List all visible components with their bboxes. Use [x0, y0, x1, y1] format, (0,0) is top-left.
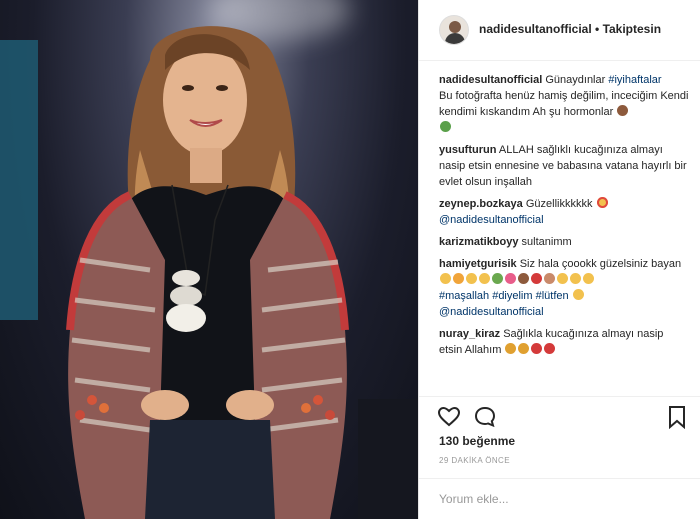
money-face-emoji-icon [440, 121, 451, 132]
comment-username[interactable]: nuray_kiraz [439, 328, 500, 340]
comment-username[interactable]: nadidesultanofficial [439, 74, 542, 86]
monkey-emoji-icon [518, 273, 529, 284]
mention-link[interactable]: @nadidesultanofficial [439, 214, 544, 226]
add-comment-bar: Yorum ekle... [419, 478, 700, 520]
hashtag-link[interactable]: #iyihaftalar [608, 74, 661, 86]
smiley-emoji-icon [583, 273, 594, 284]
plant-emoji-icon [492, 273, 503, 284]
likes-count[interactable]: 130 beğenme [439, 434, 515, 448]
smiley-emoji-icon [440, 273, 451, 284]
comment-username[interactable]: karizmatikboyy [439, 236, 518, 248]
comment-text: Güzellikkkkkk [525, 198, 593, 210]
comment-item: hamiyetgurisik Siz hala çoookk güzelsini… [439, 256, 689, 320]
follow-status[interactable]: Takiptesin [603, 22, 661, 36]
comment-text: Günaydınlar [545, 74, 606, 86]
speech-bubble-icon[interactable] [473, 405, 497, 429]
separator-dot: • [591, 22, 603, 36]
post-timestamp: 29 DAKİKA ÖNCE [439, 456, 510, 465]
rose-emoji-icon [531, 343, 543, 354]
post-photo[interactable] [0, 0, 418, 519]
monkey-emoji-icon [617, 105, 629, 116]
person-emoji-icon [544, 273, 555, 284]
comment-item: zeynep.bozkaya Güzellikkkkkk @nadidesult… [439, 196, 689, 228]
smiley-emoji-icon [557, 273, 568, 284]
bookmark-icon[interactable] [667, 405, 687, 429]
author-username[interactable]: nadidesultanofficial [479, 22, 592, 36]
comment-item: nuray_kiraz Sağlıkla kucağınıza almayı n… [439, 326, 689, 358]
comment-username[interactable]: zeynep.bozkaya [439, 198, 523, 210]
comment-text: Bu fotoğrafta henüz hamiş değilim, incec… [439, 90, 689, 118]
comment-username[interactable]: yusufturun [439, 144, 496, 156]
comment-list: nadidesultanofficial Günaydınlar #iyihaf… [439, 72, 689, 364]
comment-item: nadidesultanofficial Günaydınlar #iyihaf… [439, 72, 689, 136]
hand-emoji-icon [453, 273, 464, 284]
post-header: nadidesultanofficial • Takiptesin [419, 0, 700, 61]
comment-text: Siz hala çoookk güzelsiniz bayan [519, 258, 682, 270]
comment-item: yusufturun ALLAH sağlıklı kucağınıza alm… [439, 142, 689, 190]
hashtag-links[interactable]: #maşallah #diyelim #lütfen [439, 290, 569, 302]
comment-username[interactable]: hamiyetgurisik [439, 258, 517, 270]
praying-emoji-icon [518, 343, 530, 354]
heart-eyes-emoji-icon [466, 273, 477, 284]
rose-emoji-icon [531, 273, 542, 284]
avatar[interactable] [439, 15, 469, 45]
background-shadow [358, 399, 418, 519]
post-actions [419, 396, 700, 435]
rose-emoji-icon [544, 343, 556, 354]
smiley-emoji-icon [570, 273, 581, 284]
smiley-emoji-icon [572, 289, 584, 300]
heart-outline-icon[interactable] [437, 405, 461, 429]
comment-text: sultanimm [521, 236, 572, 248]
comment-input[interactable]: Yorum ekle... [439, 492, 509, 506]
heart-eyes-emoji-icon [596, 197, 608, 208]
post-author: nadidesultanofficial • Takiptesin [479, 22, 661, 36]
heart-eyes-emoji-icon [479, 273, 490, 284]
flower-emoji-icon [505, 273, 516, 284]
post-side-panel: nadidesultanofficial • Takiptesin nadide… [418, 0, 700, 519]
mention-link[interactable]: @nadidesultanofficial [439, 306, 544, 318]
person-illustration [66, 26, 349, 519]
comment-item: karizmatikboyy sultanimm [439, 234, 689, 250]
praying-emoji-icon [505, 343, 517, 354]
